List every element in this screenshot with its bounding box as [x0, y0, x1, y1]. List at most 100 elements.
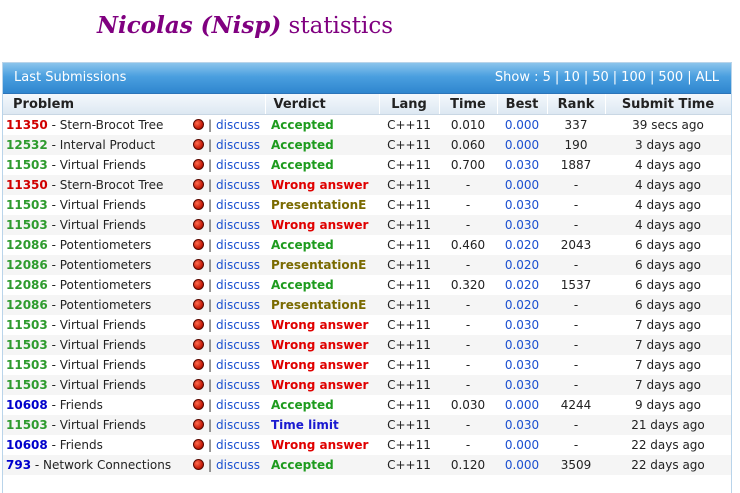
discuss-link[interactable]: discuss	[216, 458, 260, 472]
best-cell[interactable]: 0.000	[497, 395, 547, 415]
discuss-link[interactable]: discuss	[216, 338, 260, 352]
show-option-100[interactable]: 100	[621, 70, 646, 85]
col-header-time[interactable]: Time	[439, 94, 498, 115]
best-cell[interactable]: 0.030	[497, 155, 547, 175]
best-cell[interactable]: 0.000	[497, 455, 547, 475]
problem-name[interactable]: Potentiometers	[60, 238, 152, 252]
debug-icon[interactable]	[193, 399, 204, 410]
problem-id[interactable]: 12086	[6, 298, 48, 312]
discuss-link[interactable]: discuss	[216, 418, 260, 432]
problem-name[interactable]: Virtual Friends	[60, 318, 146, 332]
problem-name[interactable]: Friends	[60, 438, 103, 452]
discuss-link[interactable]: discuss	[216, 198, 260, 212]
col-header-submit-time[interactable]: Submit Time	[605, 94, 731, 115]
debug-icon[interactable]	[193, 179, 204, 190]
problem-name[interactable]: Virtual Friends	[60, 418, 146, 432]
discuss-link[interactable]: discuss	[216, 118, 260, 132]
problem-name[interactable]: Virtual Friends	[60, 198, 146, 212]
debug-icon[interactable]	[193, 159, 204, 170]
best-cell[interactable]: 0.030	[497, 355, 547, 375]
col-header-rank[interactable]: Rank	[547, 94, 606, 115]
best-cell[interactable]: 0.030	[497, 215, 547, 235]
discuss-link[interactable]: discuss	[216, 438, 260, 452]
discuss-link[interactable]: discuss	[216, 138, 260, 152]
problem-name[interactable]: Virtual Friends	[60, 218, 146, 232]
debug-icon[interactable]	[193, 299, 204, 310]
debug-icon[interactable]	[193, 259, 204, 270]
discuss-link[interactable]: discuss	[216, 158, 260, 172]
problem-id[interactable]: 11503	[6, 358, 48, 372]
best-cell[interactable]: 0.030	[497, 195, 547, 215]
problem-name[interactable]: Potentiometers	[60, 258, 152, 272]
best-cell[interactable]: 0.030	[497, 415, 547, 435]
debug-icon[interactable]	[193, 419, 204, 430]
problem-id[interactable]: 12532	[6, 138, 48, 152]
best-cell[interactable]: 0.030	[497, 335, 547, 355]
problem-name[interactable]: Potentiometers	[60, 298, 152, 312]
best-cell[interactable]: 0.000	[497, 435, 547, 455]
discuss-link[interactable]: discuss	[216, 358, 260, 372]
problem-id[interactable]: 10608	[6, 438, 48, 452]
discuss-link[interactable]: discuss	[216, 378, 260, 392]
problem-id[interactable]: 11503	[6, 378, 48, 392]
best-cell[interactable]: 0.000	[497, 175, 547, 195]
debug-icon[interactable]	[193, 459, 204, 470]
best-cell[interactable]: 0.020	[497, 255, 547, 275]
problem-id[interactable]: 11350	[6, 178, 48, 192]
debug-icon[interactable]	[193, 199, 204, 210]
show-option-500[interactable]: 500	[658, 70, 683, 85]
problem-id[interactable]: 793	[6, 458, 31, 472]
problem-id[interactable]: 12086	[6, 258, 48, 272]
discuss-link[interactable]: discuss	[216, 218, 260, 232]
debug-icon[interactable]	[193, 359, 204, 370]
debug-icon[interactable]	[193, 239, 204, 250]
problem-id[interactable]: 11503	[6, 418, 48, 432]
best-cell[interactable]: 0.030	[497, 315, 547, 335]
debug-icon[interactable]	[193, 379, 204, 390]
col-header-best[interactable]: Best	[497, 94, 548, 115]
discuss-link[interactable]: discuss	[216, 318, 260, 332]
debug-icon[interactable]	[193, 119, 204, 130]
problem-id[interactable]: 11503	[6, 158, 48, 172]
show-option-5[interactable]: 5	[543, 70, 551, 85]
col-header-lang[interactable]: Lang	[379, 94, 440, 115]
debug-icon[interactable]	[193, 319, 204, 330]
discuss-link[interactable]: discuss	[216, 278, 260, 292]
show-option-all[interactable]: ALL	[696, 70, 719, 85]
problem-name[interactable]: Stern-Brocot Tree	[60, 178, 164, 192]
debug-icon[interactable]	[193, 139, 204, 150]
problem-name[interactable]: Virtual Friends	[60, 358, 146, 372]
discuss-link[interactable]: discuss	[216, 258, 260, 272]
problem-id[interactable]: 12086	[6, 238, 48, 252]
show-option-10[interactable]: 10	[563, 70, 580, 85]
problem-id[interactable]: 11503	[6, 318, 48, 332]
debug-icon[interactable]	[193, 339, 204, 350]
best-cell[interactable]: 0.000	[497, 135, 547, 155]
problem-name[interactable]: Stern-Brocot Tree	[60, 118, 164, 132]
problem-id[interactable]: 11503	[6, 198, 48, 212]
best-cell[interactable]: 0.020	[497, 275, 547, 295]
col-header-verdict[interactable]: Verdict	[265, 94, 380, 115]
show-option-50[interactable]: 50	[592, 70, 609, 85]
debug-icon[interactable]	[193, 219, 204, 230]
discuss-link[interactable]: discuss	[216, 298, 260, 312]
best-cell[interactable]: 0.030	[497, 375, 547, 395]
problem-id[interactable]: 11350	[6, 118, 48, 132]
discuss-link[interactable]: discuss	[216, 238, 260, 252]
debug-icon[interactable]	[193, 439, 204, 450]
problem-id[interactable]: 11503	[6, 338, 48, 352]
problem-name[interactable]: Friends	[60, 398, 103, 412]
problem-id[interactable]: 11503	[6, 218, 48, 232]
problem-id[interactable]: 12086	[6, 278, 48, 292]
problem-name[interactable]: Virtual Friends	[60, 378, 146, 392]
discuss-link[interactable]: discuss	[216, 178, 260, 192]
problem-name[interactable]: Network Connections	[43, 458, 171, 472]
best-cell[interactable]: 0.020	[497, 295, 547, 315]
problem-name[interactable]: Potentiometers	[60, 278, 152, 292]
problem-name[interactable]: Virtual Friends	[60, 338, 146, 352]
debug-icon[interactable]	[193, 279, 204, 290]
problem-id[interactable]: 10608	[6, 398, 48, 412]
problem-name[interactable]: Virtual Friends	[60, 158, 146, 172]
problem-name[interactable]: Interval Product	[60, 138, 155, 152]
best-cell[interactable]: 0.020	[497, 235, 547, 255]
